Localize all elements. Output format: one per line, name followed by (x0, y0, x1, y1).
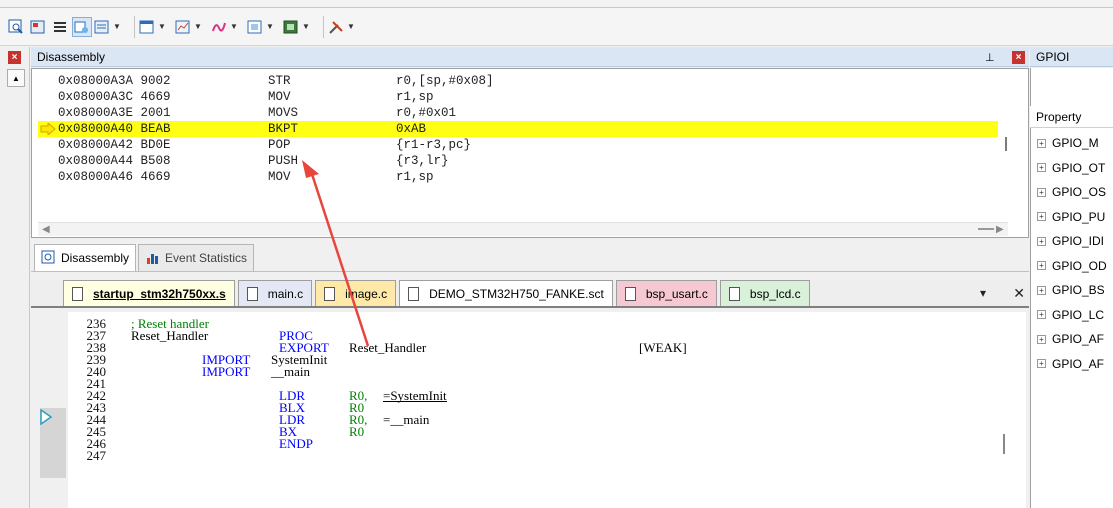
peripheral-register-item[interactable]: + GPIO_IDI (1037, 233, 1104, 249)
peripheral-register-item[interactable]: + GPIO_PU (1037, 209, 1105, 225)
property-column-header: Property (1030, 106, 1113, 128)
expand-icon[interactable]: + (1037, 212, 1046, 221)
expand-icon[interactable]: + (1037, 138, 1046, 148)
expand-icon[interactable]: + (1037, 261, 1046, 270)
register-label: GPIO_OD (1052, 258, 1107, 273)
register-label: GPIO_PU (1052, 209, 1106, 224)
code-label: Reset_Handler (131, 328, 209, 343)
register-label: GPIO_OT (1052, 160, 1106, 175)
expand-icon[interactable]: + (1037, 285, 1046, 295)
code-keyword: IMPORT (202, 364, 251, 379)
panel-title: GPIOI (1036, 49, 1070, 64)
register-label: GPIO_OS (1052, 185, 1107, 199)
register-label: GPIO_LC (1052, 307, 1105, 322)
peripheral-register-item[interactable]: + GPIO_BS (1037, 282, 1105, 298)
peripheral-register-item[interactable]: + GPIO_M (1037, 135, 1099, 151)
register-label: GPIO_IDI (1052, 234, 1105, 248)
expand-icon[interactable]: + (1037, 163, 1046, 172)
register-label: GPIO_AF (1052, 332, 1105, 346)
register-label: GPIO_BS (1052, 283, 1105, 297)
code-identifier: =__main (383, 412, 430, 427)
source-code: 236 ; Reset handler 237 Reset_Handler PR… (0, 0, 1113, 508)
code-identifier: __main (271, 364, 310, 379)
peripheral-register-item[interactable]: + GPIO_OS (1037, 184, 1106, 200)
expand-icon[interactable]: + (1037, 334, 1046, 344)
expand-icon[interactable]: + (1037, 359, 1046, 368)
peripheral-panel-header: GPIOI (1030, 47, 1113, 67)
peripheral-register-item[interactable]: + GPIO_OD (1037, 258, 1107, 274)
register-label: GPIO_M (1052, 136, 1099, 150)
code-register: R0 (349, 424, 365, 439)
code-keyword: ENDP (279, 436, 313, 451)
expand-icon[interactable]: + (1037, 310, 1046, 319)
code-identifier: =SystemInit (383, 388, 447, 403)
peripheral-register-item[interactable]: + GPIO_AF (1037, 356, 1104, 372)
peripheral-register-item[interactable]: + GPIO_OT (1037, 160, 1105, 176)
code-attribute: [WEAK] (639, 340, 687, 355)
code-identifier: Reset_Handler (349, 340, 427, 355)
register-label: GPIO_AF (1052, 356, 1105, 371)
line-number: 247 (86, 448, 107, 463)
peripheral-register-item[interactable]: + GPIO_LC (1037, 307, 1104, 323)
expand-icon[interactable]: + (1037, 187, 1046, 197)
expand-icon[interactable]: + (1037, 236, 1046, 246)
peripheral-register-item[interactable]: + GPIO_AF (1037, 331, 1104, 347)
